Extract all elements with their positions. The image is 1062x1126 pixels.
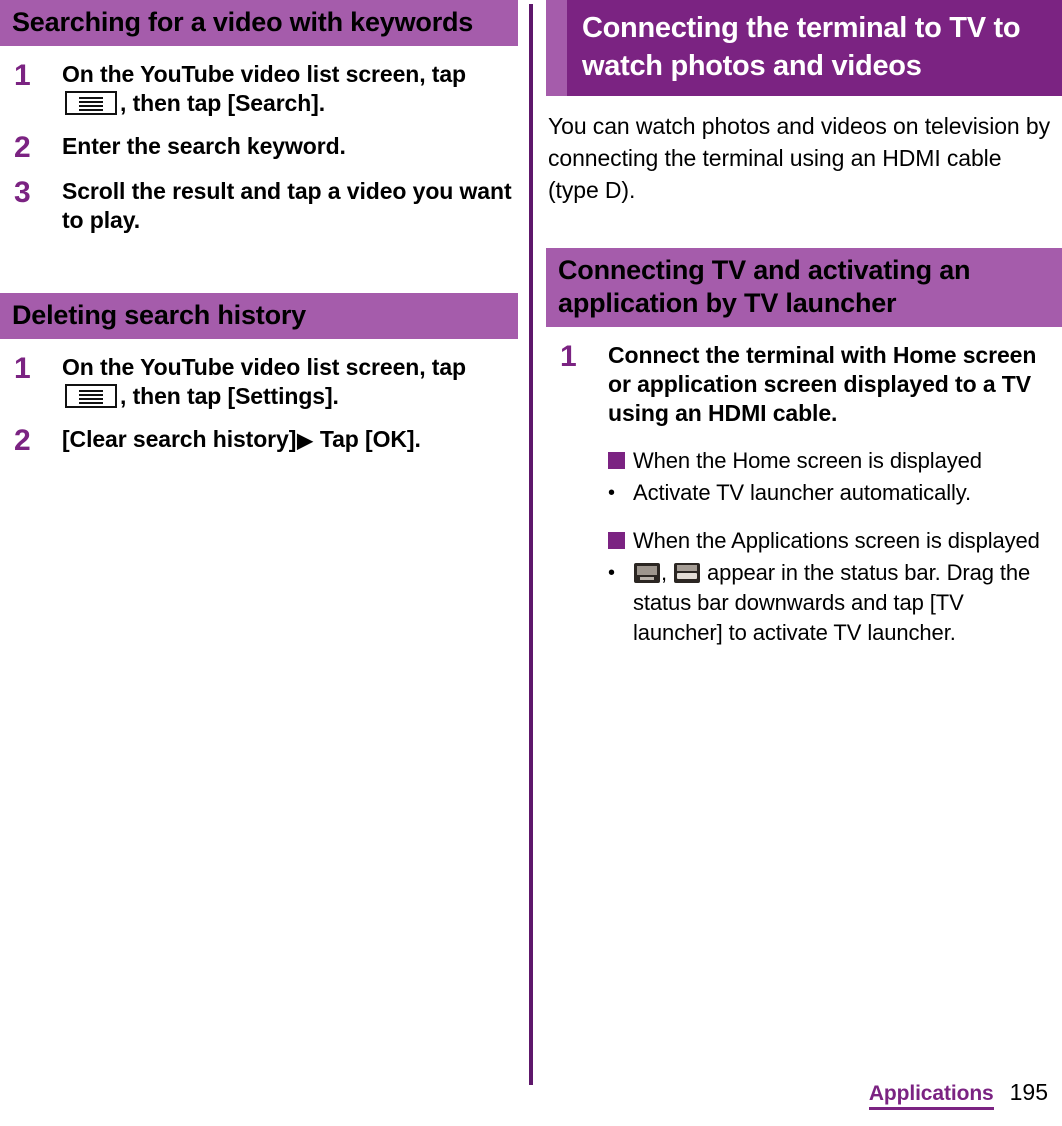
right-triangle-arrow-icon: ▶ (297, 430, 313, 452)
subblock-applications-screen: When the Applications screen is displaye… (546, 526, 1062, 648)
step-text: Connect the terminal with Home screen or… (608, 342, 1037, 426)
step-item: 1 On the YouTube video list screen, tap … (0, 353, 518, 411)
step-text-part-after-icon: , then tap [Settings]. (120, 383, 339, 409)
step-item: 3 Scroll the result and tap a video you … (0, 177, 518, 235)
section-searching-for-a-video: Searching for a video with keywords 1 On… (0, 0, 518, 235)
right-column: Connecting the terminal to TV to watch p… (546, 0, 1062, 648)
step-text: [Clear search history]▶ Tap [OK]. (62, 425, 518, 456)
square-bullet-heading-text: When the Home screen is displayed (633, 448, 982, 473)
step-text-part-before-icon: On the YouTube video list screen, tap (62, 354, 466, 380)
square-bullet-heading-text: When the Applications screen is displaye… (633, 528, 1040, 553)
dot-bullet-icon: • (608, 562, 615, 584)
step-text-part-after-arrow: Tap [OK]. (313, 426, 421, 452)
section-heading-connecting-tv: Connecting TV and activating an applicat… (546, 248, 1062, 327)
step-item: 1 Connect the terminal with Home screen … (546, 341, 1062, 428)
menu-icon (65, 384, 117, 408)
step-item: 1 On the YouTube video list screen, tap … (0, 60, 518, 118)
left-column: Searching for a video with keywords 1 On… (0, 0, 518, 456)
section-connecting-tv: Connecting TV and activating an applicat… (546, 248, 1062, 648)
step-number: 1 (14, 59, 31, 92)
step-number: 3 (14, 176, 31, 209)
step-text-part-before-icon: On the YouTube video list screen, tap (62, 61, 466, 87)
step-number: 2 (14, 424, 31, 457)
dot-bullet-icon: • (608, 482, 615, 504)
step-text: On the YouTube video list screen, tap , … (62, 353, 518, 411)
section-heading-searching: Searching for a video with keywords (0, 0, 518, 46)
square-bullet-icon (608, 452, 625, 469)
step-item: 2 [Clear search history]▶ Tap [OK]. (0, 425, 518, 456)
step-number: 1 (14, 352, 31, 385)
bullet-item: • Activate TV launcher automatically. (608, 478, 1062, 508)
hdmi-status-icon (674, 563, 701, 583)
document-page: Searching for a video with keywords 1 On… (0, 0, 1062, 1126)
step-number: 1 (560, 340, 577, 373)
menu-icon (65, 91, 117, 115)
step-text: Scroll the result and tap a video you wa… (62, 178, 512, 233)
bullet-text: , appear in the status bar. Drag the sta… (633, 558, 1062, 648)
icon-separator: , (661, 560, 674, 585)
square-bullet-icon (608, 532, 625, 549)
bullet-text: Activate TV launcher automatically. (633, 480, 972, 505)
step-number: 2 (14, 131, 31, 164)
page-title: Connecting the terminal to TV to watch p… (546, 0, 1062, 96)
step-text-part-after-icon: , then tap [Search]. (120, 90, 326, 116)
subblock-home-screen: When the Home screen is displayed • Acti… (546, 446, 1062, 508)
tv-status-icon (634, 563, 660, 583)
footer-page-number: 195 (1009, 1079, 1048, 1105)
square-bullet-heading: When the Home screen is displayed (608, 446, 1062, 476)
square-bullet-heading: When the Applications screen is displaye… (608, 526, 1062, 556)
section-heading-deleting: Deleting search history (0, 293, 518, 339)
bullet-item: • , appear in the status bar. Drag the s… (608, 558, 1062, 648)
footer-chapter-label: Applications (868, 1082, 994, 1110)
page-footer: Applications 195 (868, 1079, 1048, 1110)
intro-paragraph: You can watch photos and videos on telev… (548, 113, 1050, 203)
section-deleting-search-history: Deleting search history 1 On the YouTube… (0, 293, 518, 456)
step-text-part-before-arrow: [Clear search history] (62, 426, 297, 452)
step-item: 2 Enter the search keyword. (0, 132, 518, 163)
column-divider (529, 4, 533, 1085)
step-text: On the YouTube video list screen, tap , … (62, 60, 518, 118)
step-text: Enter the search keyword. (62, 133, 346, 159)
